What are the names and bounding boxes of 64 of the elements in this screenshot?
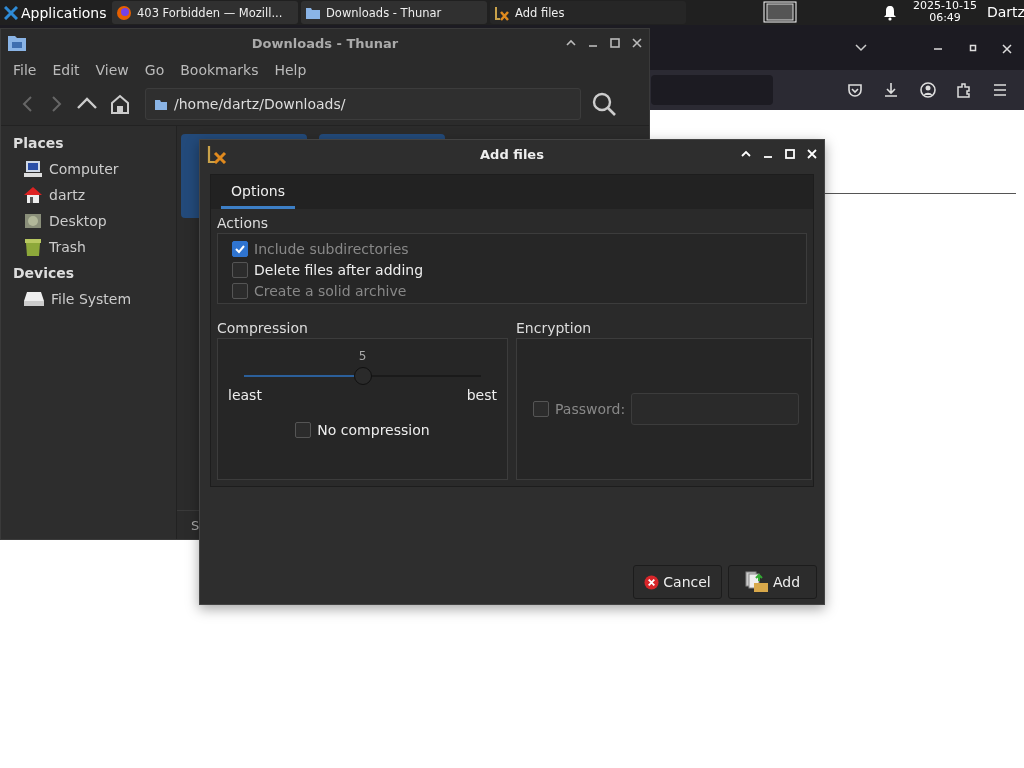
logo-icon bbox=[4, 5, 18, 20]
home-icon[interactable] bbox=[109, 93, 131, 115]
sidebar-item[interactable]: Desktop bbox=[1, 208, 176, 234]
puzzle-icon[interactable] bbox=[955, 81, 973, 99]
close-icon[interactable] bbox=[631, 37, 643, 49]
section-heading: Devices bbox=[12, 264, 76, 283]
group-title: Encryption bbox=[516, 320, 593, 338]
address-field[interactable] bbox=[651, 75, 773, 105]
pocket-icon[interactable] bbox=[846, 81, 864, 99]
archiver-icon bbox=[494, 4, 510, 21]
checkbox[interactable]: No compression bbox=[228, 419, 497, 440]
section-heading: Places bbox=[12, 134, 65, 153]
close-icon[interactable] bbox=[1001, 43, 1013, 55]
download-icon[interactable] bbox=[882, 81, 900, 99]
trash-icon bbox=[23, 237, 43, 257]
taskbar-button[interactable]: 403 Forbidden — Mozill... bbox=[112, 1, 298, 24]
folder-icon bbox=[154, 97, 168, 111]
date-text: 2025-10-15 bbox=[913, 0, 977, 12]
menu-item[interactable]: Go bbox=[136, 62, 173, 78]
maximize-icon[interactable] bbox=[968, 43, 978, 53]
sidebar-item[interactable]: File System bbox=[1, 286, 176, 312]
clock[interactable]: 2025-10-15 06:49 bbox=[910, 0, 980, 24]
checkbox[interactable]: Delete files after adding bbox=[232, 259, 798, 280]
cancel-icon bbox=[644, 574, 660, 590]
applications-menu[interactable]: Applications bbox=[0, 4, 112, 21]
menu-item[interactable]: File bbox=[5, 62, 45, 78]
folder-icon bbox=[7, 34, 27, 52]
taskbar-button[interactable]: Add files bbox=[490, 1, 686, 24]
chevron-down-icon[interactable] bbox=[854, 43, 868, 53]
slider-value: 5 bbox=[357, 349, 368, 365]
folder-icon bbox=[305, 5, 321, 20]
menu-item[interactable]: Bookmarks bbox=[172, 62, 267, 78]
menu-icon[interactable] bbox=[991, 81, 1009, 99]
drive-icon bbox=[23, 291, 45, 307]
sidebar-item[interactable]: Computer bbox=[1, 156, 176, 182]
scale-label: best bbox=[466, 387, 497, 403]
workspace-icon[interactable] bbox=[763, 1, 797, 23]
group-title: Compression bbox=[217, 320, 309, 338]
taskbar-button[interactable]: Downloads - Thunar bbox=[301, 1, 487, 24]
user-name[interactable]: Dartz bbox=[987, 4, 1024, 20]
cancel-button[interactable]: Cancel bbox=[633, 565, 722, 599]
time-text: 06:49 bbox=[929, 12, 961, 24]
location-field[interactable]: /home/dartz/Downloads/ bbox=[145, 88, 581, 120]
add-files-icon bbox=[744, 571, 769, 593]
menu-item[interactable]: View bbox=[87, 62, 137, 78]
sidebar-item[interactable]: Trash bbox=[1, 234, 176, 260]
search-icon[interactable] bbox=[591, 91, 617, 117]
computer-icon bbox=[23, 160, 43, 178]
account-icon[interactable] bbox=[919, 81, 937, 99]
window-title: Downloads - Thunar bbox=[251, 35, 399, 51]
status-text: S bbox=[191, 517, 200, 533]
fox-icon bbox=[116, 4, 132, 21]
sidebar-item[interactable]: dartz bbox=[1, 182, 176, 208]
archiver-icon bbox=[206, 144, 228, 164]
menu-item[interactable]: Edit bbox=[44, 62, 88, 78]
bell-icon[interactable] bbox=[883, 5, 897, 21]
menu-item[interactable]: Help bbox=[266, 62, 315, 78]
group-title: Actions bbox=[217, 215, 270, 233]
scale-label: least bbox=[228, 387, 262, 403]
desktop-icon bbox=[23, 212, 43, 230]
maximize-icon[interactable] bbox=[609, 37, 621, 49]
window-title: Add files bbox=[480, 146, 544, 162]
house-icon bbox=[23, 186, 43, 204]
add-button[interactable]: Add bbox=[728, 565, 817, 599]
